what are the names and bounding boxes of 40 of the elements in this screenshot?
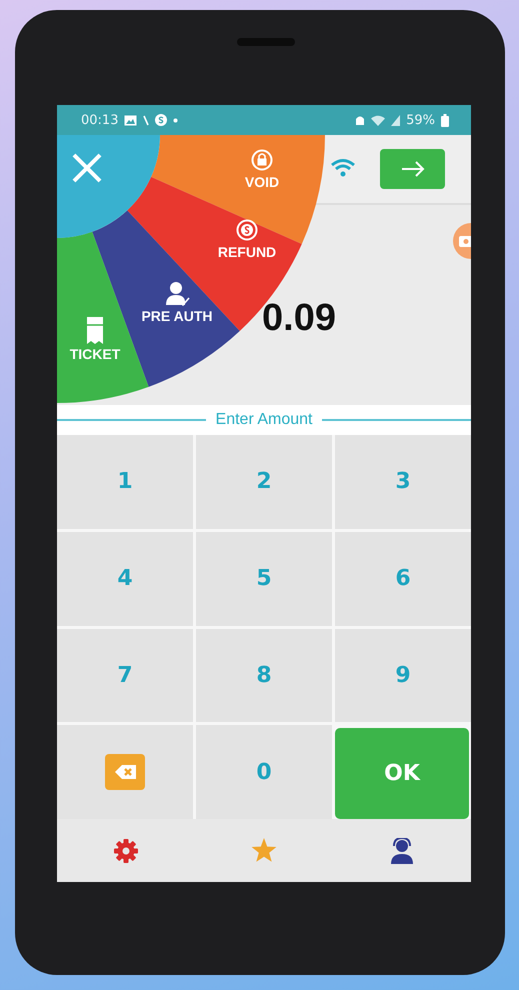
star-icon[interactable] (251, 838, 277, 863)
digit-key[interactable]: 7 (57, 628, 193, 722)
digit-key[interactable]: 8 (196, 628, 332, 722)
status-time: 00:13 (81, 112, 118, 128)
digit-key[interactable]: 4 (57, 532, 193, 626)
close-button[interactable] (57, 135, 160, 238)
digit-key[interactable]: 9 (335, 628, 471, 722)
digit-key[interactable]: 1 (57, 435, 193, 529)
slash-icon (143, 114, 150, 126)
wifi-icon (330, 158, 356, 178)
dollar-cycle-icon (236, 220, 258, 240)
camera-icon (459, 236, 471, 246)
arrow-right-icon (400, 161, 426, 177)
person-check-icon (166, 282, 190, 306)
menu-label: PRE AUTH (141, 308, 213, 324)
digit-key[interactable]: 3 (335, 435, 471, 529)
menu-label: TICKET (70, 346, 120, 362)
digit-key[interactable]: 5 (196, 532, 332, 626)
menu-label: REFUND (218, 244, 276, 260)
headset-person-icon[interactable] (390, 838, 414, 864)
menu-label: VOID (244, 174, 280, 190)
digit-key[interactable]: 6 (335, 532, 471, 626)
battery-percent: 59% (406, 112, 435, 128)
enter-amount-label: Enter Amount (216, 411, 312, 429)
ok-button[interactable]: OK (335, 728, 469, 819)
notification-dot-icon (173, 118, 178, 122)
battery-icon (441, 114, 449, 126)
dollar-circle-icon (155, 114, 168, 126)
digit-key[interactable]: 0 (196, 725, 332, 819)
image-icon (124, 114, 138, 126)
next-button[interactable] (380, 149, 445, 189)
lock-cycle-icon (252, 150, 272, 170)
digit-key[interactable]: 2 (196, 435, 332, 529)
amount-value: 0.09 (262, 297, 336, 339)
menu-segment[interactable] (151, 135, 325, 244)
signal-icon (391, 114, 400, 126)
settings-icon[interactable] (113, 838, 139, 864)
close-icon[interactable] (72, 153, 102, 183)
ticket-icon (87, 317, 103, 344)
wifi-icon (371, 114, 386, 126)
